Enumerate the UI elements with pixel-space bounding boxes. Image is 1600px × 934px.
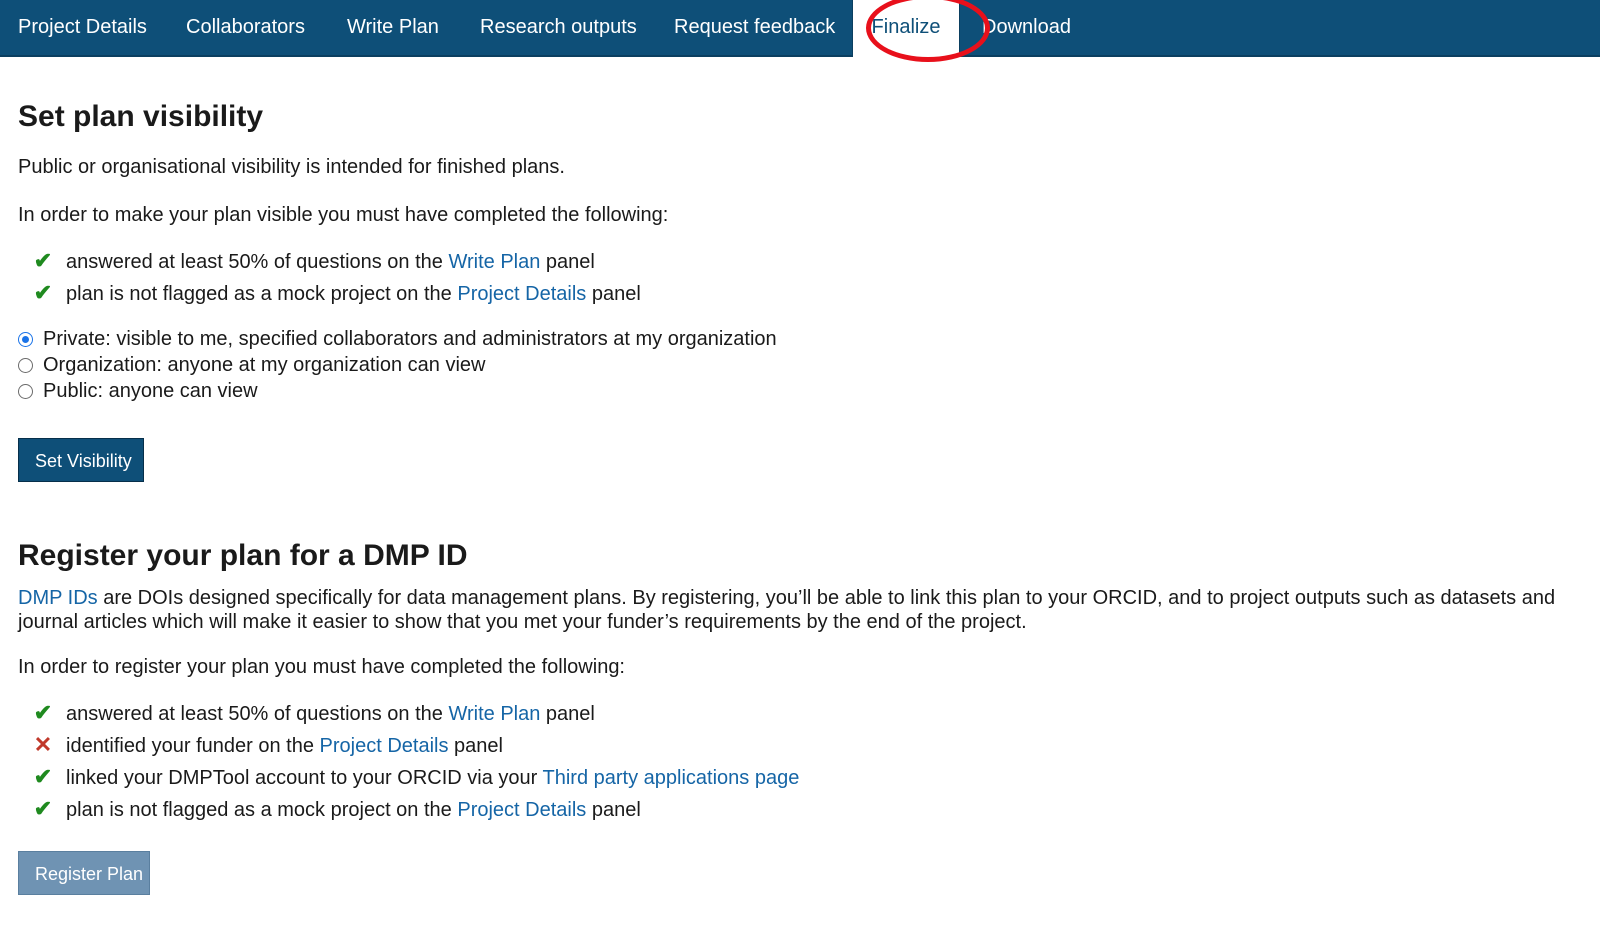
visibility-option-public[interactable]: Public: anyone can view [18,378,258,404]
visibility-requirement: ✔ answered at least 50% of questions on t… [30,248,595,274]
visibility-section: Set plan visibility [18,100,263,134]
register-heading: Register your plan for a DMP ID [18,539,468,572]
visibility-option-organization[interactable]: Organization: anyone at my organization … [18,352,485,378]
tab-download[interactable]: Download [982,0,1071,55]
write-plan-link[interactable]: Write Plan [448,251,540,273]
tab-project-details[interactable]: Project Details [18,0,147,55]
register-requirements-intro: In order to register your plan you must … [18,656,625,678]
check-icon: ✔ [33,280,53,305]
project-details-link[interactable]: Project Details [320,735,449,757]
public-radio[interactable] [18,384,33,399]
register-requirement: ✔ answered at least 50% of questions on t… [30,700,595,726]
check-icon: ✔ [33,248,53,273]
tab-research-outputs[interactable]: Research outputs [480,0,637,55]
register-requirement: ✕ identified your funder on the Project D… [30,732,503,758]
register-plan-button[interactable]: Register Plan [18,851,150,895]
visibility-heading: Set plan visibility [18,100,264,133]
third-party-applications-link[interactable]: Third party applications page [543,767,800,789]
set-visibility-button[interactable]: Set Visibility [18,438,144,482]
cross-icon: ✕ [33,732,53,757]
project-details-link[interactable]: Project Details [457,799,586,821]
check-icon: ✔ [33,764,53,789]
tab-finalize[interactable]: Finalize [852,0,960,57]
check-icon: ✔ [33,796,53,821]
write-plan-link[interactable]: Write Plan [448,703,540,725]
visibility-intro: Public or organisational visibility is i… [18,156,565,178]
register-requirement: ✔ plan is not flagged as a mock project o… [30,796,641,822]
register-intro: DMP IDs are DOIs designed specifically f… [18,587,1556,633]
organization-radio[interactable] [18,358,33,373]
visibility-option-private[interactable]: Private: visible to me, specified collab… [18,326,777,352]
check-icon: ✔ [33,700,53,725]
project-details-link[interactable]: Project Details [457,283,586,305]
visibility-requirement: ✔ plan is not flagged as a mock project o… [30,280,641,306]
tab-request-feedback[interactable]: Request feedback [674,0,835,55]
visibility-requirements-intro: In order to make your plan visible you m… [18,204,669,226]
register-requirement: ✔ linked your DMPTool account to your ORC… [30,764,800,790]
dmp-ids-link[interactable]: DMP IDs [18,587,98,609]
top-navigation: Project Details Collaborators Write Plan… [0,0,1600,57]
tab-collaborators[interactable]: Collaborators [186,0,305,55]
private-radio[interactable] [18,332,33,347]
tab-write-plan[interactable]: Write Plan [347,0,439,55]
register-section: Register your plan for a DMP ID [18,539,468,573]
